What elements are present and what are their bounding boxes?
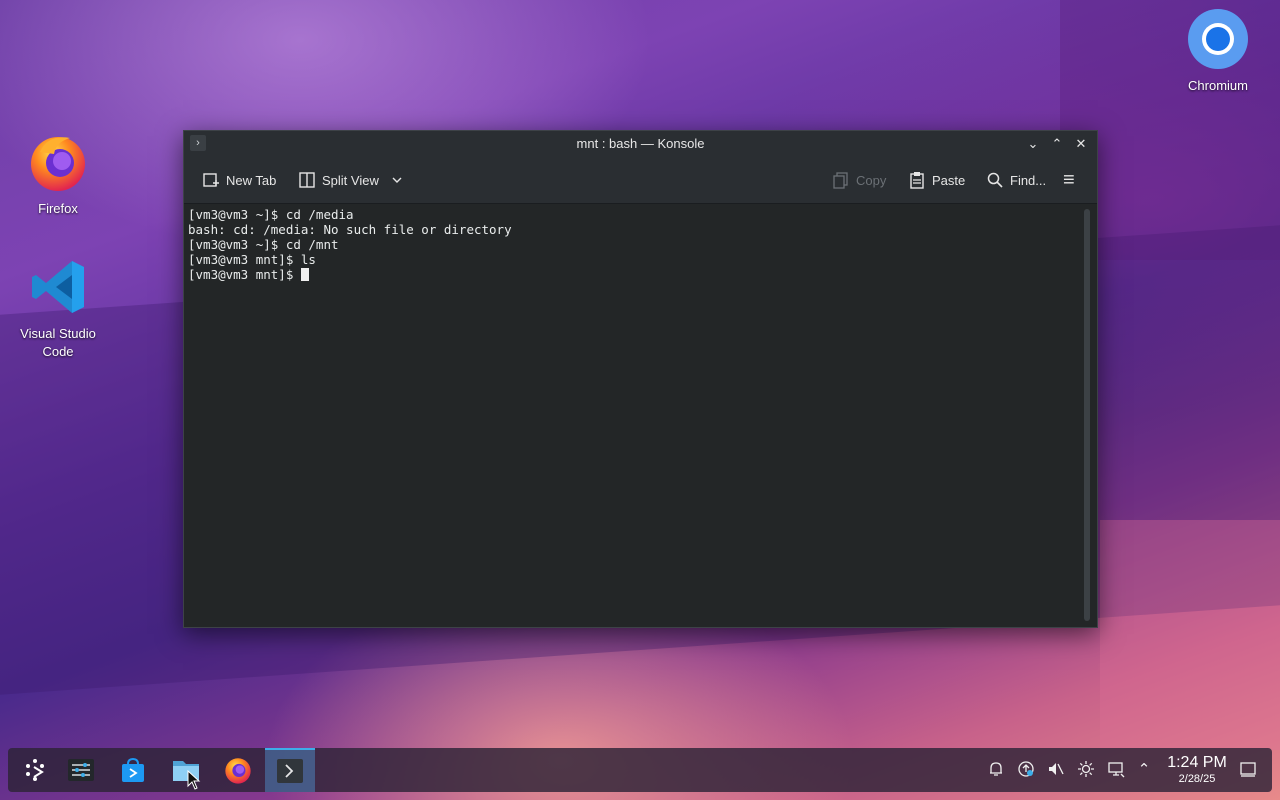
store-icon bbox=[122, 757, 144, 782]
volume-muted-icon[interactable] bbox=[1046, 760, 1066, 780]
settings-icon bbox=[68, 759, 94, 781]
text-cursor bbox=[300, 268, 309, 281]
maximize-button[interactable]: ⌃ bbox=[1047, 134, 1067, 154]
terminal-line: bash: cd: /media: No such file or direct… bbox=[188, 222, 512, 237]
search-icon bbox=[987, 172, 1003, 188]
firefox-icon bbox=[225, 758, 251, 784]
taskbar-item-discover[interactable] bbox=[108, 748, 158, 792]
digital-clock[interactable]: 1:24 PM 2/28/25 bbox=[1160, 754, 1234, 786]
window-titlebar[interactable]: › mnt : bash — Konsole ⌄ ⌃ ✕ bbox=[184, 131, 1097, 157]
split-view-icon bbox=[299, 172, 315, 188]
terminal-scrollbar[interactable] bbox=[1084, 209, 1090, 621]
clock-time: 1:24 PM bbox=[1167, 754, 1227, 771]
taskbar-item-settings[interactable] bbox=[56, 748, 106, 792]
terminal-line: [vm3@vm3 mnt]$ ls bbox=[188, 252, 316, 267]
network-icon[interactable] bbox=[1106, 760, 1126, 780]
find-label: Find... bbox=[1010, 172, 1047, 188]
wallpaper-shape bbox=[1100, 520, 1280, 750]
desktop-icon-firefox[interactable]: Firefox bbox=[8, 130, 108, 218]
mouse-pointer-icon bbox=[187, 770, 201, 790]
hamburger-menu-button[interactable]: ≡ bbox=[1063, 169, 1075, 191]
taskbar-item-launcher[interactable] bbox=[10, 748, 60, 792]
copy-label: Copy bbox=[856, 172, 887, 188]
terminal-prompt: [vm3@vm3 mnt]$ bbox=[188, 267, 301, 282]
terminal-line: [vm3@vm3 ~]$ cd /mnt bbox=[188, 237, 339, 252]
window-title: mnt : bash — Konsole bbox=[576, 136, 705, 151]
new-tab-icon bbox=[203, 173, 219, 187]
terminal-view[interactable]: [vm3@vm3 ~]$ cd /media bash: cd: /media:… bbox=[184, 204, 1097, 627]
update-icon[interactable] bbox=[1016, 760, 1036, 780]
paste-label: Paste bbox=[932, 172, 966, 188]
terminal-icon bbox=[277, 759, 303, 783]
taskbar-item-dolphin[interactable] bbox=[161, 748, 211, 792]
desktop-icon-chromium[interactable]: Chromium bbox=[1168, 7, 1268, 95]
show-desktop-icon[interactable] bbox=[1238, 760, 1258, 780]
chevron-down-icon[interactable] bbox=[391, 174, 403, 186]
tray-expand-arrow[interactable]: ⌃ bbox=[1134, 760, 1154, 780]
clock-date: 2/28/25 bbox=[1178, 773, 1216, 785]
new-tab-label: New Tab bbox=[226, 172, 277, 188]
chromium-icon bbox=[1188, 9, 1248, 69]
split-view-label: Split View bbox=[322, 172, 379, 188]
konsole-window[interactable]: › mnt : bash — Konsole ⌄ ⌃ ✕ New Tab Spl… bbox=[183, 130, 1098, 628]
new-tab-button[interactable]: New Tab bbox=[202, 169, 276, 191]
copy-icon bbox=[833, 172, 848, 189]
copy-button[interactable]: Copy bbox=[832, 169, 886, 191]
desktop-icon-label: Chromium bbox=[1188, 78, 1248, 93]
split-view-button[interactable]: Split View bbox=[298, 169, 403, 191]
terminal-line: [vm3@vm3 ~]$ cd /media bbox=[188, 207, 354, 222]
paste-icon bbox=[910, 172, 924, 189]
taskbar-item-firefox[interactable] bbox=[213, 748, 263, 792]
desktop-icon-label: Firefox bbox=[38, 201, 78, 216]
konsole-toolbar: New Tab Split View Copy Paste Find... ≡ bbox=[184, 157, 1097, 204]
notification-bell-icon[interactable] bbox=[986, 760, 1006, 780]
vscode-icon bbox=[32, 261, 84, 313]
find-button[interactable]: Find... bbox=[986, 169, 1046, 191]
desktop-icon-vscode[interactable]: Visual Studio Code bbox=[8, 255, 108, 361]
firefox-icon bbox=[31, 137, 85, 191]
minimize-button[interactable]: ⌄ bbox=[1023, 134, 1043, 154]
brightness-icon[interactable] bbox=[1076, 760, 1096, 780]
terminal-prompt-line[interactable]: [vm3@vm3 mnt]$ bbox=[188, 267, 1097, 282]
taskbar-item-konsole[interactable] bbox=[265, 748, 315, 792]
close-button[interactable]: ✕ bbox=[1071, 134, 1091, 154]
desktop-icon-label: Visual Studio Code bbox=[20, 326, 96, 359]
paste-button[interactable]: Paste bbox=[908, 169, 965, 191]
launcher-icon bbox=[26, 759, 44, 781]
